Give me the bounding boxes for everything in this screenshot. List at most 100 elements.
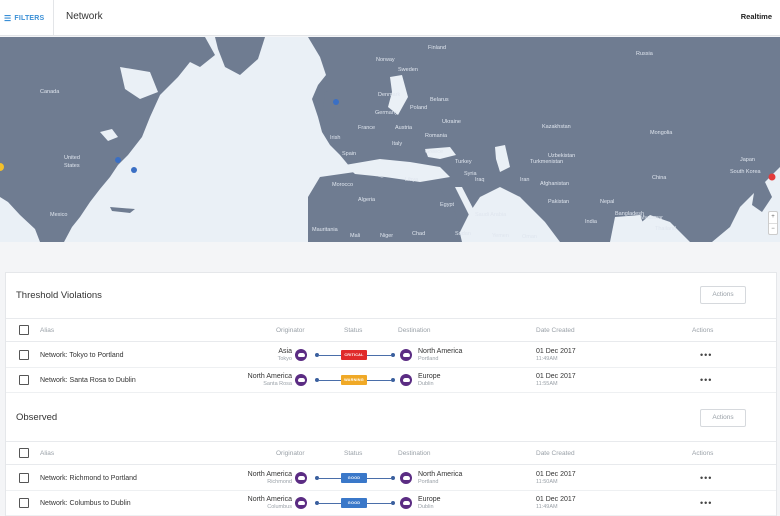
observed-title: Observed xyxy=(16,412,58,423)
map-label: Turkmenistan xyxy=(530,159,564,165)
map-label: Pakistan xyxy=(548,199,570,205)
table-row[interactable]: Network: Richmond to Portland North Amer… xyxy=(6,466,776,491)
page-title: Network xyxy=(66,11,103,22)
row-date: 01 Dec 2017 11:49AM xyxy=(536,343,576,367)
map-label: Yemen xyxy=(492,233,509,239)
marker-columbus xyxy=(115,157,121,163)
map-label: India xyxy=(585,219,597,225)
table-row[interactable]: Network: Columbus to Dublin North Americ… xyxy=(6,491,776,516)
map-label: Ukraine xyxy=(442,119,461,125)
map-label: Finland xyxy=(428,45,447,51)
row-checkbox[interactable] xyxy=(19,473,29,483)
select-all-checkbox[interactable] xyxy=(19,325,29,335)
map-label: Saudi Arabia xyxy=(475,212,507,218)
table-row[interactable]: Network: Tokyo to Portland Asia Tokyo CR… xyxy=(6,343,776,368)
map-label: United xyxy=(64,155,80,161)
destination-region: Europe xyxy=(418,372,441,380)
map-label: Kazakhstan xyxy=(542,124,571,130)
map-label: Japan xyxy=(740,157,755,163)
map-label: States xyxy=(64,163,80,169)
more-actions-icon[interactable]: ••• xyxy=(700,343,712,367)
map-label: Libya xyxy=(405,177,419,183)
col-alias: Alias xyxy=(40,450,55,457)
map-label: Mongolia xyxy=(650,130,673,136)
link-dot xyxy=(391,353,395,357)
map-label: Sweden xyxy=(398,67,418,73)
originator-region: Asia xyxy=(278,347,292,355)
originator-city: Santa Rosa xyxy=(263,380,292,387)
zoom-out-button[interactable]: − xyxy=(769,223,777,234)
map-zoom-control: + − xyxy=(768,211,778,235)
map-label: Norway xyxy=(376,57,395,63)
time-value: 11:55AM xyxy=(536,380,558,387)
map-label: Mexico xyxy=(50,212,68,218)
map-label: Germany xyxy=(375,110,398,116)
table-row[interactable]: Network: Santa Rosa to Dublin North Amer… xyxy=(6,368,776,393)
row-originator: North America Richmond xyxy=(216,466,292,490)
cloud-icon xyxy=(295,349,307,361)
row-originator: North America Columbus xyxy=(216,491,292,515)
threshold-actions-button[interactable]: Actions xyxy=(700,286,746,304)
zoom-in-button[interactable]: + xyxy=(769,212,777,223)
realtime-toggle[interactable]: Realtime xyxy=(741,12,772,21)
row-originator: Asia Tokyo xyxy=(216,343,292,367)
map-label: Sudan xyxy=(455,231,471,237)
originator-region: North America xyxy=(247,495,292,503)
map-label: Algeria xyxy=(358,197,376,203)
filters-button[interactable]: ☰ FILTERS xyxy=(0,0,54,36)
network-panel: Threshold Violations Actions Alias Origi… xyxy=(5,272,777,516)
map-label: Iran xyxy=(520,177,530,183)
marker-tokyo xyxy=(768,173,776,181)
row-originator: North America Santa Rosa xyxy=(216,368,292,392)
col-status: Status xyxy=(344,327,363,334)
cloud-icon xyxy=(400,472,412,484)
more-actions-icon[interactable]: ••• xyxy=(700,466,712,490)
cloud-icon xyxy=(295,497,307,509)
map-label: Nepal xyxy=(600,199,615,205)
destination-city: Portland xyxy=(418,478,439,485)
cloud-icon xyxy=(400,497,412,509)
map-label: Turkey xyxy=(455,159,472,165)
col-date-created: Date Created xyxy=(536,450,575,457)
map-label: Italy xyxy=(392,141,403,147)
row-date: 01 Dec 2017 11:55AM xyxy=(536,368,576,392)
map-label: Myanmar xyxy=(640,215,663,221)
row-alias[interactable]: Network: Columbus to Dublin xyxy=(40,491,131,515)
select-all-checkbox[interactable] xyxy=(19,448,29,458)
row-alias[interactable]: Network: Tokyo to Portland xyxy=(40,343,124,367)
row-checkbox[interactable] xyxy=(19,498,29,508)
map-label: Niger xyxy=(380,233,394,239)
more-actions-icon[interactable]: ••• xyxy=(700,368,712,392)
map-label: Egypt xyxy=(440,202,455,208)
more-actions-icon[interactable]: ••• xyxy=(700,491,712,515)
time-value: 11:50AM xyxy=(536,478,558,485)
map-label: Denmark xyxy=(378,92,401,98)
originator-city: Columbus xyxy=(267,503,292,510)
originator-region: North America xyxy=(247,470,292,478)
cloud-icon xyxy=(400,374,412,386)
col-destination: Destination xyxy=(398,327,431,334)
map-label: Austria xyxy=(395,125,413,131)
world-map[interactable]: Canada United States Mexico Finland Swed… xyxy=(0,37,780,242)
col-actions: Actions xyxy=(692,450,714,457)
map-label: Mauritania xyxy=(312,227,338,233)
row-alias[interactable]: Network: Santa Rosa to Dublin xyxy=(40,368,136,392)
observed-table-header: Alias Originator Status Destination Date… xyxy=(6,441,776,465)
row-date: 01 Dec 2017 11:50AM xyxy=(536,466,576,490)
date-value: 01 Dec 2017 xyxy=(536,495,576,503)
row-alias[interactable]: Network: Richmond to Portland xyxy=(40,466,137,490)
observed-actions-button[interactable]: Actions xyxy=(700,409,746,427)
col-originator: Originator xyxy=(276,450,305,457)
status-badge: GOOD xyxy=(341,498,367,508)
status-badge: CRITICAL xyxy=(341,350,367,360)
row-checkbox[interactable] xyxy=(19,350,29,360)
row-checkbox[interactable] xyxy=(19,375,29,385)
originator-region: North America xyxy=(247,372,292,380)
map-label: Irish xyxy=(330,135,341,141)
threshold-violations-title: Threshold Violations xyxy=(16,290,102,301)
map-label: South Korea xyxy=(730,169,761,175)
map-label: Thailand xyxy=(655,226,677,232)
col-alias: Alias xyxy=(40,327,55,334)
map-label: Oman xyxy=(522,234,537,240)
map-canvas xyxy=(0,37,780,242)
